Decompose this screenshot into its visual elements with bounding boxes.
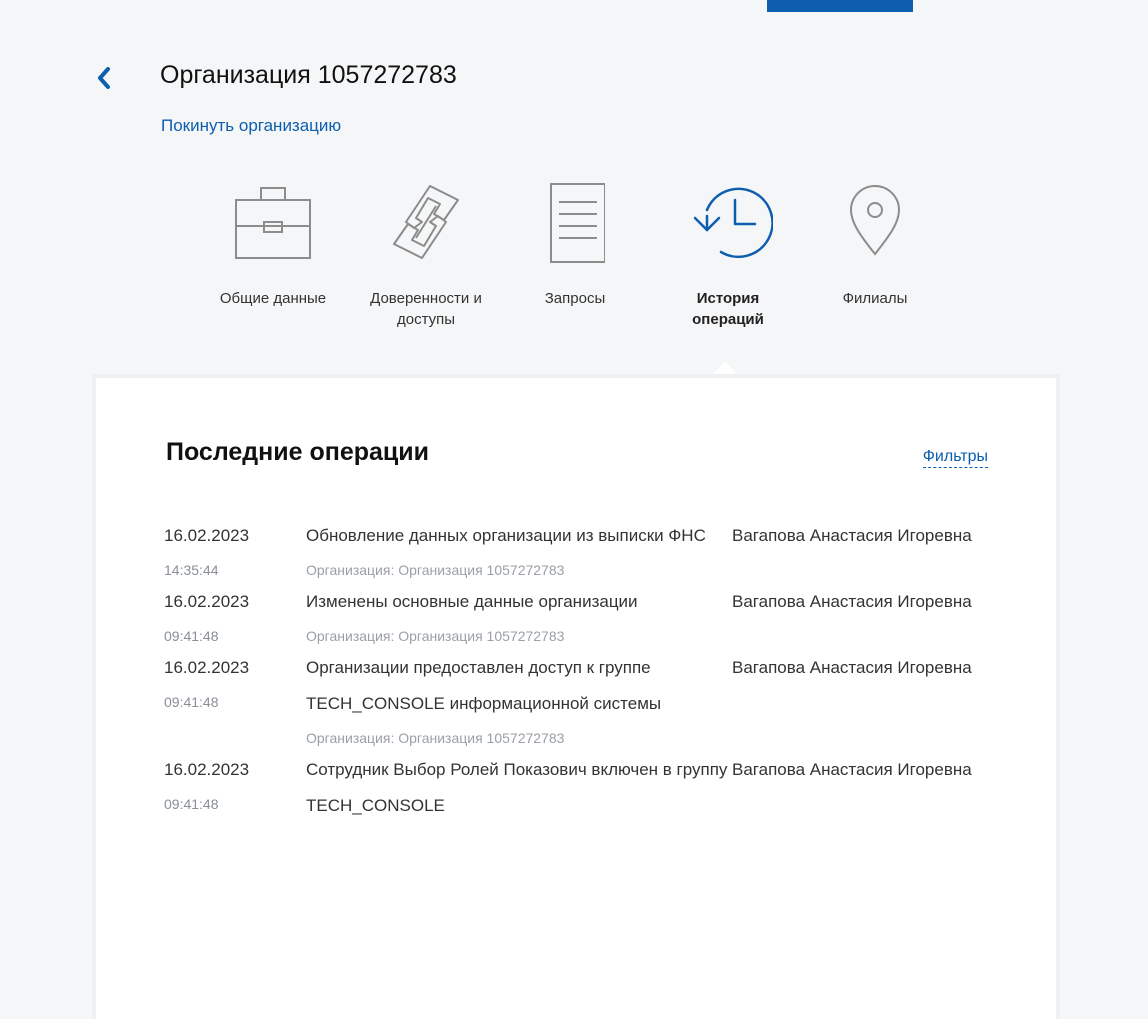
nav-item-general-data[interactable]: Общие данные — [200, 180, 346, 309]
operation-user: Вагапова Анастасия Игоревна — [732, 592, 972, 611]
operation-description: Организации предоставлен доступ к группе… — [306, 658, 662, 713]
operation-description: Обновление данных организации из выписки… — [306, 526, 706, 545]
operations-list: 16.02.2023 14:35:44 Обновление данных ор… — [164, 524, 1004, 840]
history-icon — [693, 187, 773, 259]
nav-item-label: Доверенности и доступы — [370, 290, 482, 328]
briefcase-icon — [235, 187, 311, 259]
nav-item-label: История операций — [692, 290, 764, 328]
chevron-left-icon — [98, 67, 110, 89]
nav-item-powers-of-attorney[interactable]: Доверенности и доступы — [350, 180, 502, 330]
operation-description: Изменены основные данные организации — [306, 592, 638, 611]
nav-item-label: Общие данные — [219, 290, 327, 307]
operation-user: Вагапова Анастасия Игоревна — [732, 526, 972, 545]
operation-time: 14:35:44 — [164, 562, 219, 578]
operation-time: 09:41:48 — [164, 796, 219, 812]
operation-description: Сотрудник Выбор Ролей Показович включен … — [306, 760, 728, 815]
operation-date: 16.02.2023 — [164, 526, 250, 545]
operation-row: 16.02.2023 09:41:48 Изменены основные да… — [164, 590, 1004, 646]
filters-link[interactable]: Фильтры — [922, 448, 988, 468]
operations-panel: Последние операции Фильтры 16.02.2023 14… — [96, 378, 1056, 1019]
back-button[interactable] — [90, 64, 118, 92]
operation-organization: Организация: Организация 1057272783 — [306, 628, 565, 644]
link-icon — [393, 185, 459, 259]
document-icon — [550, 183, 605, 263]
nav-item-branches[interactable]: Филиалы — [820, 180, 930, 309]
operation-user: Вагапова Анастасия Игоревна — [732, 658, 972, 677]
operation-time: 09:41:48 — [164, 694, 219, 710]
panel-title: Последние операции — [166, 438, 430, 466]
nav-item-label: Филиалы — [842, 290, 908, 307]
leave-organization-link[interactable]: Покинуть организацию — [161, 116, 341, 136]
operation-time: 09:41:48 — [164, 628, 219, 644]
page-title: Организация 1057272783 — [160, 61, 457, 89]
organization-nav: Общие данные Доверенности и доступы Запр… — [0, 180, 1148, 370]
operation-date: 16.02.2023 — [164, 592, 250, 611]
operation-user: Вагапова Анастасия Игоревна — [732, 760, 972, 779]
operation-organization: Организация: Организация 1057272783 — [306, 730, 565, 746]
operation-row: 16.02.2023 09:41:48 Сотрудник Выбор Роле… — [164, 758, 1004, 830]
operation-organization: Организация: Организация 1057272783 — [306, 562, 565, 578]
operation-date: 16.02.2023 — [164, 760, 250, 779]
top-nav-active-indicator — [767, 0, 913, 12]
nav-item-operations-history[interactable]: История операций — [668, 180, 788, 330]
operation-date: 16.02.2023 — [164, 658, 250, 677]
operation-row: 16.02.2023 14:35:44 Обновление данных ор… — [164, 524, 1004, 580]
operation-row: 16.02.2023 09:41:48 Организации предоста… — [164, 656, 1004, 748]
nav-item-label: Запросы — [544, 290, 606, 307]
nav-item-requests[interactable]: Запросы — [520, 180, 630, 309]
location-pin-icon — [849, 185, 901, 256]
